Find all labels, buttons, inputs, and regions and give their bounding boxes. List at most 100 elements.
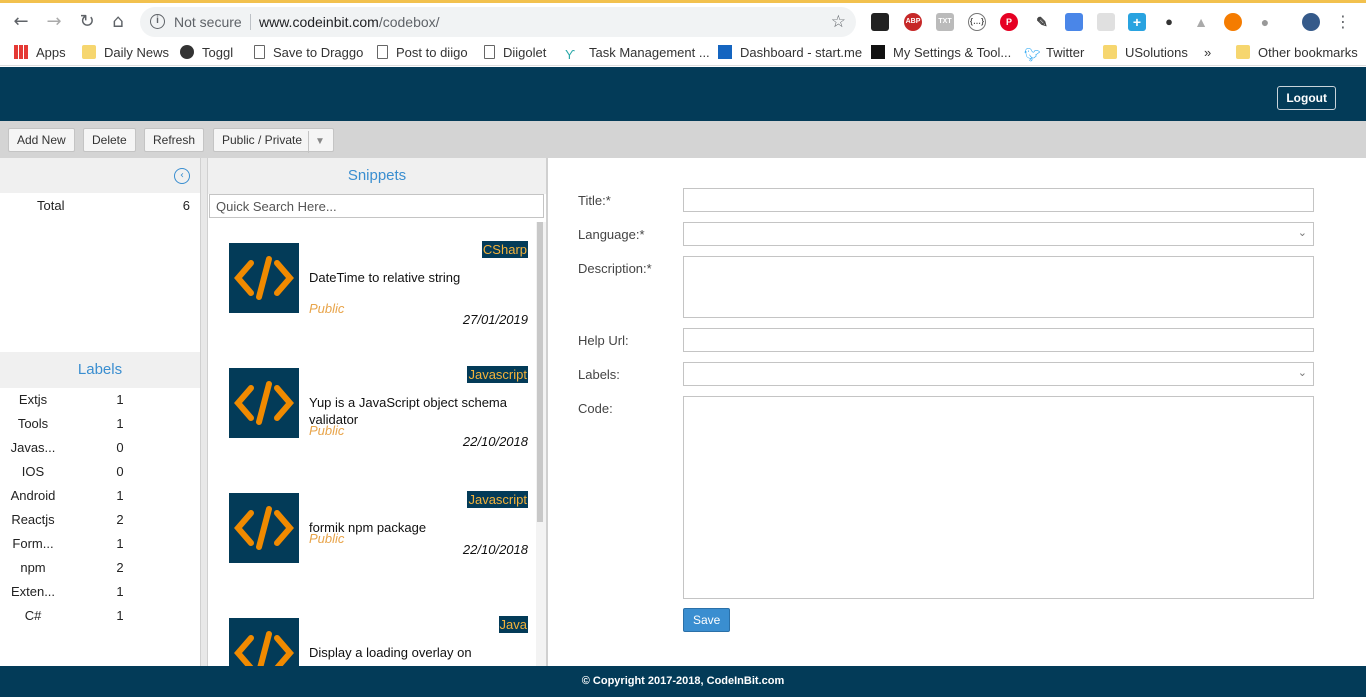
visibility-text: Public: [309, 423, 345, 438]
labels-header: Labels: [0, 352, 200, 388]
label-row[interactable]: IOS 0: [0, 462, 200, 482]
folder-icon: [82, 45, 96, 59]
label-row[interactable]: Tools 1: [0, 414, 200, 434]
bookmark-my-settings[interactable]: My Settings & Tool...: [871, 44, 1011, 62]
snippet-item[interactable]: CSharp DateTime to relative string Publi…: [208, 222, 538, 347]
label-name: Android: [10, 488, 56, 503]
security-text: Not secure: [174, 14, 242, 30]
bookmark-apps[interactable]: Apps: [14, 44, 66, 62]
collapse-left-icon[interactable]: ‹: [174, 168, 190, 184]
help-url-field[interactable]: [683, 328, 1314, 352]
snippet-title: Display a loading overlay on: [309, 645, 472, 660]
eyedropper-icon[interactable]: ✎: [1033, 13, 1051, 31]
code-field[interactable]: [683, 396, 1314, 599]
page-icon: [377, 45, 388, 59]
language-badge: CSharp: [481, 241, 528, 258]
label-row[interactable]: Exten... 1: [0, 582, 200, 602]
bookmark-other[interactable]: Other bookmarks: [1236, 44, 1358, 62]
bookmark-star-icon[interactable]: ☆: [831, 12, 846, 32]
label-row[interactable]: Extjs 1: [0, 390, 200, 410]
labels-select[interactable]: ⌄: [683, 362, 1314, 386]
bookmarks-overflow[interactable]: »: [1204, 44, 1211, 62]
save-button[interactable]: Save: [683, 608, 731, 632]
total-row[interactable]: Total 6: [0, 198, 200, 216]
bookmark-task-management[interactable]: ϒ Task Management ...: [565, 44, 710, 62]
label-row[interactable]: Android 1: [0, 486, 200, 506]
delete-button[interactable]: Delete: [83, 128, 136, 152]
refresh-button[interactable]: Refresh: [144, 128, 205, 152]
info-icon[interactable]: i: [150, 14, 165, 29]
teamcity-icon: [871, 45, 885, 59]
quick-search-input[interactable]: [209, 194, 544, 218]
description-field[interactable]: [683, 256, 1314, 318]
reload-icon[interactable]: ↻: [76, 11, 98, 33]
label-row[interactable]: npm 2: [0, 558, 200, 578]
adblock-icon[interactable]: ABP: [904, 13, 922, 31]
title-field[interactable]: [683, 188, 1314, 212]
bookmark-toggl[interactable]: Toggl: [180, 44, 233, 62]
chat-extension-icon[interactable]: ●: [1256, 13, 1274, 31]
add-new-button[interactable]: Add New: [8, 128, 75, 152]
snippet-item[interactable]: Javascript Yup is a JavaScript object sc…: [208, 347, 538, 472]
url-path: /codebox/: [378, 14, 440, 30]
bookmark-usolutions[interactable]: USolutions: [1103, 44, 1188, 62]
plus-extension-icon[interactable]: +: [1128, 13, 1146, 31]
back-icon[interactable]: ←: [10, 11, 32, 33]
chevron-down-icon[interactable]: ⌄: [1298, 226, 1307, 239]
url-text[interactable]: www.codeinbit.com/codebox/: [259, 14, 440, 30]
visibility-filter-button[interactable]: Public / Private ▼: [213, 128, 334, 153]
home-icon[interactable]: ⌂: [107, 11, 129, 33]
bookmark-label: Toggl: [202, 45, 234, 60]
chevron-down-icon[interactable]: ⌄: [1298, 366, 1307, 379]
language-label: Language:*: [578, 227, 645, 242]
folder-icon: [1236, 45, 1250, 59]
address-bar[interactable]: i Not secure www.codeinbit.com/codebox/ …: [140, 7, 856, 37]
chevron-down-icon[interactable]: ▼: [308, 131, 325, 153]
label-row[interactable]: Reactjs 2: [0, 510, 200, 530]
description-label: Description:*: [578, 261, 652, 276]
label-count: 0: [116, 464, 124, 479]
json-extension-icon[interactable]: {…}: [968, 13, 986, 31]
folder-icon: [1103, 45, 1117, 59]
code-icon: [229, 243, 299, 313]
snippet-item[interactable]: Java Display a loading overlay on: [208, 597, 538, 666]
twitter-icon: 🐦︎: [1024, 47, 1041, 62]
left-panel-header: ‹: [0, 158, 200, 193]
label-row[interactable]: Form... 1: [0, 534, 200, 554]
label-count: 2: [116, 560, 124, 575]
label-row[interactable]: Javas... 0: [0, 438, 200, 458]
language-badge: Java: [498, 616, 528, 633]
forward-icon[interactable]: →: [43, 11, 65, 33]
menu-icon[interactable]: ⋮: [1332, 11, 1354, 33]
label-row[interactable]: C# 1: [0, 606, 200, 626]
bookmark-diigolet[interactable]: Diigolet: [484, 44, 546, 62]
bookmark-dashboard[interactable]: Dashboard - start.me: [718, 44, 862, 62]
text-extension-icon[interactable]: TXT: [936, 13, 954, 31]
orange-extension-icon[interactable]: [1224, 13, 1242, 31]
qr-extension-icon[interactable]: [1097, 13, 1115, 31]
bookmark-label: »: [1204, 45, 1212, 60]
extension-icon[interactable]: [1065, 13, 1083, 31]
label-count: 1: [116, 416, 124, 431]
footer-copyright: © Copyright 2017-2018, CodeInBit.com: [0, 666, 1366, 697]
panel-splitter[interactable]: [200, 158, 208, 666]
bookmark-daily-news[interactable]: Daily News: [82, 44, 169, 62]
label-name: Tools: [17, 416, 49, 431]
title-label: Title:*: [578, 193, 611, 208]
label-name: Form...: [12, 536, 54, 551]
bookmark-post-to-diigo[interactable]: Post to diigo: [377, 44, 468, 62]
visibility-text: Public: [309, 301, 345, 316]
bookmark-save-to-draggo[interactable]: Save to Draggo: [254, 44, 363, 62]
avatar[interactable]: [1302, 13, 1320, 31]
snippet-date: 22/10/2018: [462, 542, 528, 557]
drive-icon[interactable]: ▲: [1192, 13, 1210, 31]
snippet-item[interactable]: Javascript formik npm package Public 22/…: [208, 472, 538, 597]
app-header: Logout: [0, 67, 1366, 121]
dots-extension-icon[interactable]: ●: [1160, 13, 1178, 31]
language-select[interactable]: ⌄: [683, 222, 1314, 246]
grid-extension-icon[interactable]: [871, 13, 889, 31]
logout-button[interactable]: Logout: [1277, 86, 1336, 110]
pinterest-icon[interactable]: P: [1000, 13, 1018, 31]
task-icon: ϒ: [565, 47, 576, 62]
bookmark-twitter[interactable]: 🐦︎ Twitter: [1024, 44, 1084, 62]
